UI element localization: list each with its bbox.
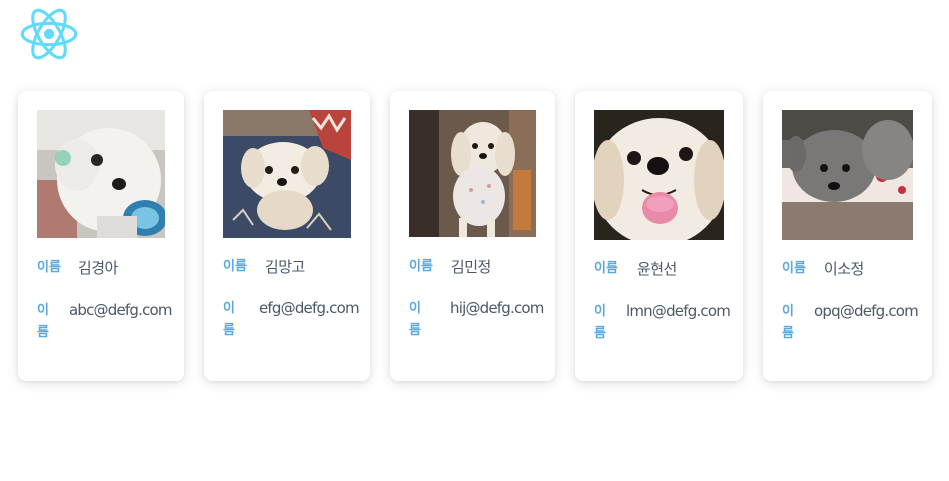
email-value: opq@defg.com	[814, 302, 919, 320]
name-label: 이름	[223, 259, 247, 274]
email-value: lmn@defg.com	[626, 302, 731, 320]
profile-card[interactable]: 이름 김경아 이름 abc@defg.com	[18, 91, 184, 381]
name-value: 김경아	[77, 259, 118, 277]
email-row: 이름 opq@defg.com	[782, 301, 919, 345]
name-label: 이름	[37, 260, 61, 275]
email-label: 이름	[594, 304, 606, 341]
email-label: 이름	[782, 304, 794, 341]
dog-photo	[37, 110, 165, 238]
name-label: 이름	[594, 261, 618, 276]
profile-card[interactable]: 이름 윤현선 이름 lmn@defg.com	[575, 91, 743, 381]
email-label: 이름	[37, 303, 49, 340]
name-row: 이름 김망고	[223, 257, 305, 277]
name-value: 김민정	[450, 258, 491, 276]
name-label: 이름	[782, 261, 806, 276]
email-label: 이름	[409, 301, 421, 338]
profile-card[interactable]: 이름 김망고 이름 efg@defg.com	[204, 91, 370, 381]
dog-photo	[223, 110, 351, 238]
name-row: 이름 김경아	[37, 258, 118, 278]
dog-photo	[594, 110, 724, 240]
email-row: 이름 efg@defg.com	[223, 298, 360, 342]
email-value: hij@defg.com	[450, 299, 544, 317]
dog-photo	[409, 110, 536, 237]
name-value: 김망고	[264, 258, 305, 276]
profile-card[interactable]: 이름 이소정 이름 opq@defg.com	[763, 91, 932, 381]
name-row: 이름 김민정	[409, 257, 491, 277]
name-value: 윤현선	[636, 260, 677, 278]
email-value: abc@defg.com	[69, 301, 173, 319]
name-row: 이름 윤현선	[594, 259, 677, 279]
email-row: 이름 hij@defg.com	[409, 298, 544, 342]
email-row: 이름 lmn@defg.com	[594, 301, 731, 345]
email-value: efg@defg.com	[259, 299, 360, 317]
name-value: 이소정	[823, 260, 864, 278]
email-label: 이름	[223, 301, 235, 338]
name-row: 이름 이소정	[782, 259, 864, 279]
name-label: 이름	[409, 259, 433, 274]
profile-card[interactable]: 이름 김민정 이름 hij@defg.com	[390, 91, 555, 381]
email-row: 이름 abc@defg.com	[37, 300, 173, 344]
profile-card-list: 이름 김경아 이름 abc@defg.com 이름 김망고 이름 efg@def…	[0, 0, 949, 481]
dog-photo	[782, 110, 913, 240]
